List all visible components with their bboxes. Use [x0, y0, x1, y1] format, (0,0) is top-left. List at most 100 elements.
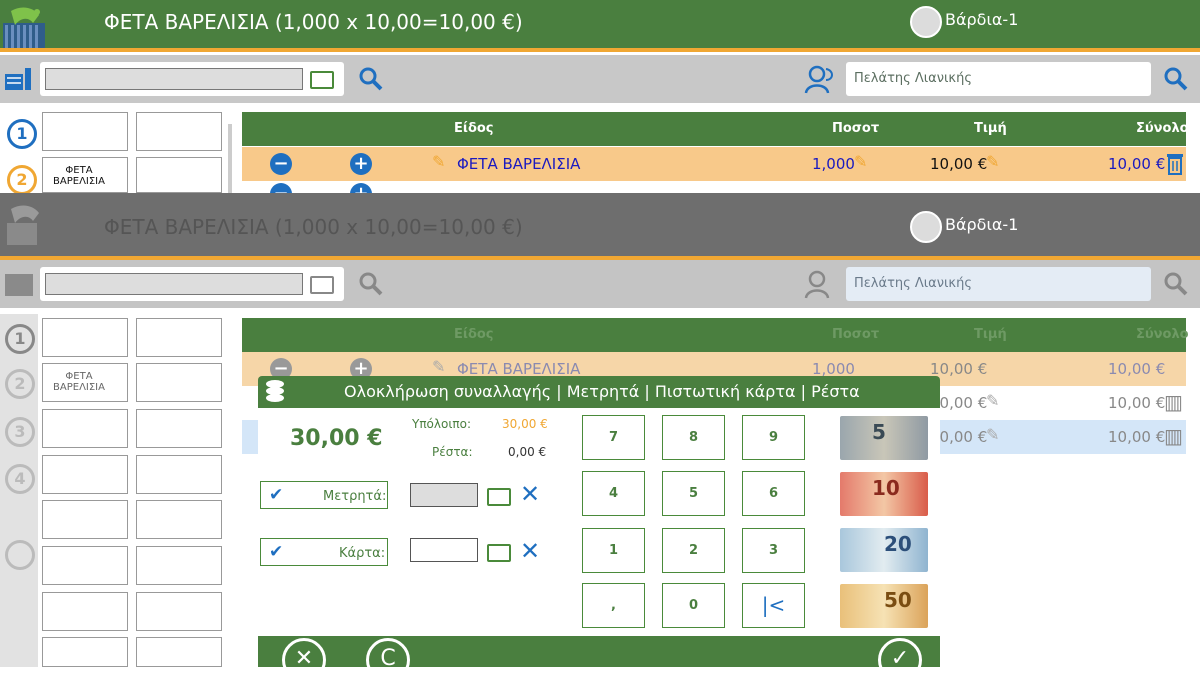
- keyboard-icon[interactable]: [487, 488, 511, 506]
- category-2-button[interactable]: 2: [5, 369, 35, 399]
- category-3-button[interactable]: 3: [5, 417, 35, 447]
- minus-button[interactable]: −: [270, 183, 292, 193]
- payment-dialog-title: Ολοκλήρωση συναλλαγής | Μετρητά | Πιστωτ…: [344, 382, 860, 401]
- banknote-50[interactable]: 50: [840, 584, 928, 628]
- list-icon[interactable]: [5, 540, 35, 570]
- product-tile[interactable]: [42, 500, 128, 539]
- category-1-button[interactable]: 1: [5, 324, 35, 354]
- check-icon: ✔: [269, 542, 284, 562]
- key-7[interactable]: 7: [582, 415, 645, 460]
- product-tile-feta[interactable]: ΦΕΤΑ ΒΑΡΕΛΙΣΙΑ: [42, 363, 128, 402]
- row-total: 10,00 €: [1108, 155, 1166, 173]
- minus-button[interactable]: −: [270, 153, 292, 175]
- product-tile[interactable]: [42, 409, 128, 448]
- card-button[interactable]: ✔ Κάρτα:: [260, 538, 388, 566]
- edit-qty-icon[interactable]: ✎: [854, 152, 867, 171]
- customers-icon[interactable]: [804, 270, 838, 300]
- frog-logo-icon: [7, 205, 39, 245]
- product-tile[interactable]: [42, 455, 128, 494]
- key-0[interactable]: 0: [662, 583, 725, 628]
- search-icon[interactable]: [358, 271, 384, 297]
- category-4-button[interactable]: 4: [5, 464, 35, 494]
- key-4[interactable]: 4: [582, 471, 645, 516]
- shift-label: Βάρδια-1: [945, 10, 1019, 29]
- toolbar: Πελάτης Λιανικής: [0, 55, 1200, 103]
- tiles-scrollbar[interactable]: [228, 124, 232, 193]
- product-tile[interactable]: [42, 546, 128, 585]
- frog-logo-icon: [3, 7, 45, 48]
- edit-price-icon[interactable]: ✎: [986, 391, 999, 410]
- product-tile[interactable]: [136, 409, 222, 448]
- product-tile[interactable]: [42, 112, 128, 151]
- keyboard-icon[interactable]: [487, 544, 511, 562]
- clear-cash-icon[interactable]: ✕: [520, 480, 540, 508]
- search-box: [40, 267, 344, 301]
- category-column: 1 2 3 4: [0, 314, 38, 667]
- product-tile[interactable]: [136, 500, 222, 539]
- product-tile[interactable]: [136, 592, 222, 631]
- keyboard-icon[interactable]: [310, 71, 334, 89]
- trash-icon[interactable]: ▥: [1164, 390, 1183, 414]
- banknote-5-value: 5: [872, 420, 886, 444]
- clear-card-icon[interactable]: ✕: [520, 537, 540, 565]
- confirm-icon[interactable]: ✓: [878, 638, 922, 682]
- banknote-20[interactable]: 20: [840, 528, 928, 572]
- category-1-button[interactable]: 1: [7, 119, 37, 149]
- product-tile[interactable]: [136, 637, 222, 667]
- key-2[interactable]: 2: [662, 528, 725, 573]
- product-tile-feta[interactable]: ΦΕΤΑ ΒΑΡΕΛΙΣΙΑ: [42, 157, 128, 193]
- product-tile[interactable]: [136, 318, 222, 357]
- product-tile[interactable]: [136, 546, 222, 585]
- customer-field[interactable]: Πελάτης Λιανικής: [846, 267, 1151, 301]
- edit-price-icon[interactable]: ✎: [986, 425, 999, 444]
- keyboard-icon[interactable]: [310, 276, 334, 294]
- key-1[interactable]: 1: [582, 528, 645, 573]
- books-icon[interactable]: [5, 274, 33, 296]
- plus-button[interactable]: +: [350, 153, 372, 175]
- key-3[interactable]: 3: [742, 528, 805, 573]
- customer-search-icon[interactable]: [1163, 66, 1189, 92]
- product-tile[interactable]: [42, 637, 128, 667]
- search-icon[interactable]: [358, 66, 384, 92]
- category-2-button[interactable]: 2: [7, 165, 37, 195]
- trash-icon[interactable]: [1166, 153, 1184, 175]
- card-amount-input[interactable]: [410, 538, 478, 562]
- row-item[interactable]: ΦΕΤΑ ΒΑΡΕΛΙΣΙΑ: [457, 155, 580, 173]
- customer-search-icon[interactable]: [1163, 271, 1189, 297]
- search-input[interactable]: [45, 68, 303, 90]
- key-6[interactable]: 6: [742, 471, 805, 516]
- user-icon[interactable]: [910, 6, 942, 38]
- cash-button[interactable]: ✔ Μετρητά:: [260, 481, 388, 509]
- payment-dialog-footer: ✕ C ✓: [258, 636, 940, 682]
- customers-icon[interactable]: [804, 65, 838, 95]
- user-icon[interactable]: [910, 211, 942, 243]
- product-tile[interactable]: [136, 157, 222, 193]
- table-row[interactable]: − + ✎ ΦΕΤΑ ΒΑΡΕΛΙΣΙΑ 1,000 ✎ 10,00 € ✎ 1…: [242, 147, 1186, 181]
- key-5[interactable]: 5: [662, 471, 725, 516]
- product-tile[interactable]: [42, 592, 128, 631]
- product-tile-label: ΦΕΤΑ ΒΑΡΕΛΙΣΙΑ: [53, 371, 105, 393]
- search-input[interactable]: [45, 273, 303, 295]
- edit-price-icon[interactable]: ✎: [986, 152, 999, 171]
- copyright-icon[interactable]: C: [366, 638, 410, 682]
- banknote-5[interactable]: 5: [840, 416, 928, 460]
- key-comma[interactable]: ,: [582, 583, 645, 628]
- change-value: 0,00 €: [508, 445, 547, 459]
- product-tile[interactable]: [136, 455, 222, 494]
- trash-icon[interactable]: ▥: [1164, 424, 1183, 448]
- product-tile[interactable]: [136, 112, 222, 151]
- banknote-10[interactable]: 10: [840, 472, 928, 516]
- plus-button[interactable]: +: [350, 183, 372, 193]
- key-9[interactable]: 9: [742, 415, 805, 460]
- edit-icon[interactable]: ✎: [432, 357, 445, 376]
- product-tile[interactable]: [136, 363, 222, 402]
- cash-amount-input[interactable]: [410, 483, 478, 507]
- key-8[interactable]: 8: [662, 415, 725, 460]
- edit-icon[interactable]: ✎: [432, 152, 445, 171]
- cancel-icon[interactable]: ✕: [282, 638, 326, 682]
- backspace-key[interactable]: |<: [742, 583, 805, 628]
- customer-field[interactable]: Πελάτης Λιανικής: [846, 62, 1151, 96]
- search-box: [40, 62, 344, 96]
- product-tile[interactable]: [42, 318, 128, 357]
- books-icon[interactable]: [5, 68, 33, 90]
